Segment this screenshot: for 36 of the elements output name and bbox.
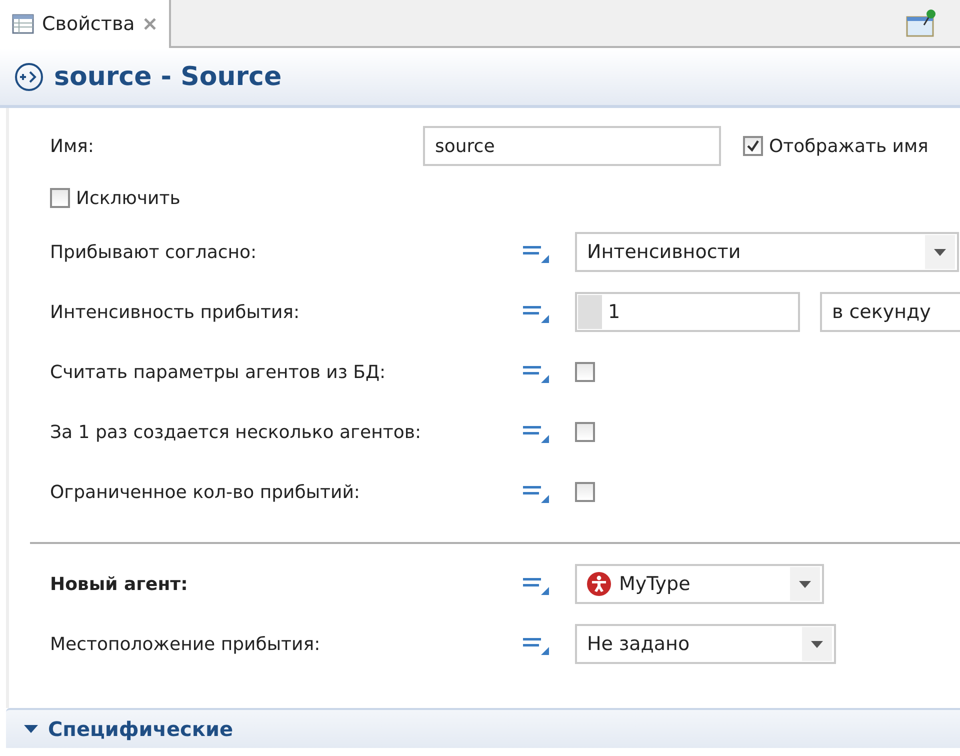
tab-label: Свойства [42,13,135,35]
table-icon [12,14,34,34]
checkbox[interactable] [743,136,763,156]
checkbox-label: Отображать имя [769,136,928,156]
agent-icon [587,572,611,596]
field-label: Имя: [50,136,95,156]
checkbox-label: Исключить [76,188,180,208]
field-label: Новый агент: [50,574,189,594]
source-icon [14,62,44,92]
window-pin-icon[interactable] [906,9,936,37]
number-field[interactable]: 1 [575,292,800,332]
field-label: Считать параметры агентов из БД: [50,362,387,382]
panel-title: source - Source [54,62,282,92]
combo-box[interactable]: Интенсивности [575,232,959,272]
properties-tab[interactable]: Свойства [0,0,171,48]
field-label: Местоположение прибытия: [50,634,322,654]
checkbox[interactable] [575,422,595,442]
dropdown-button[interactable] [790,567,820,601]
checkbox[interactable] [575,362,595,382]
caret-icon [811,640,823,648]
caret-icon [799,580,811,588]
field-label: За 1 раз создается несколько агентов: [50,422,422,442]
field-label: Ограниченное кол-во прибытий: [50,482,361,502]
combo-box[interactable]: MyType [575,564,824,604]
name-field[interactable]: source [423,126,721,166]
field-label: Прибывают согласно: [50,242,258,262]
caret-icon [934,248,946,256]
unit-combo-box[interactable]: в секунду [820,292,960,332]
dropdown-button[interactable] [802,627,832,661]
dropdown-button[interactable] [925,235,955,269]
close-icon[interactable] [142,17,157,31]
combo-box[interactable]: Не задано [575,624,836,664]
checkbox[interactable] [50,188,70,208]
field-label: Интенсивность прибытия: [50,302,301,322]
checkbox[interactable] [575,482,595,502]
section-header[interactable]: Специфические [6,708,960,748]
